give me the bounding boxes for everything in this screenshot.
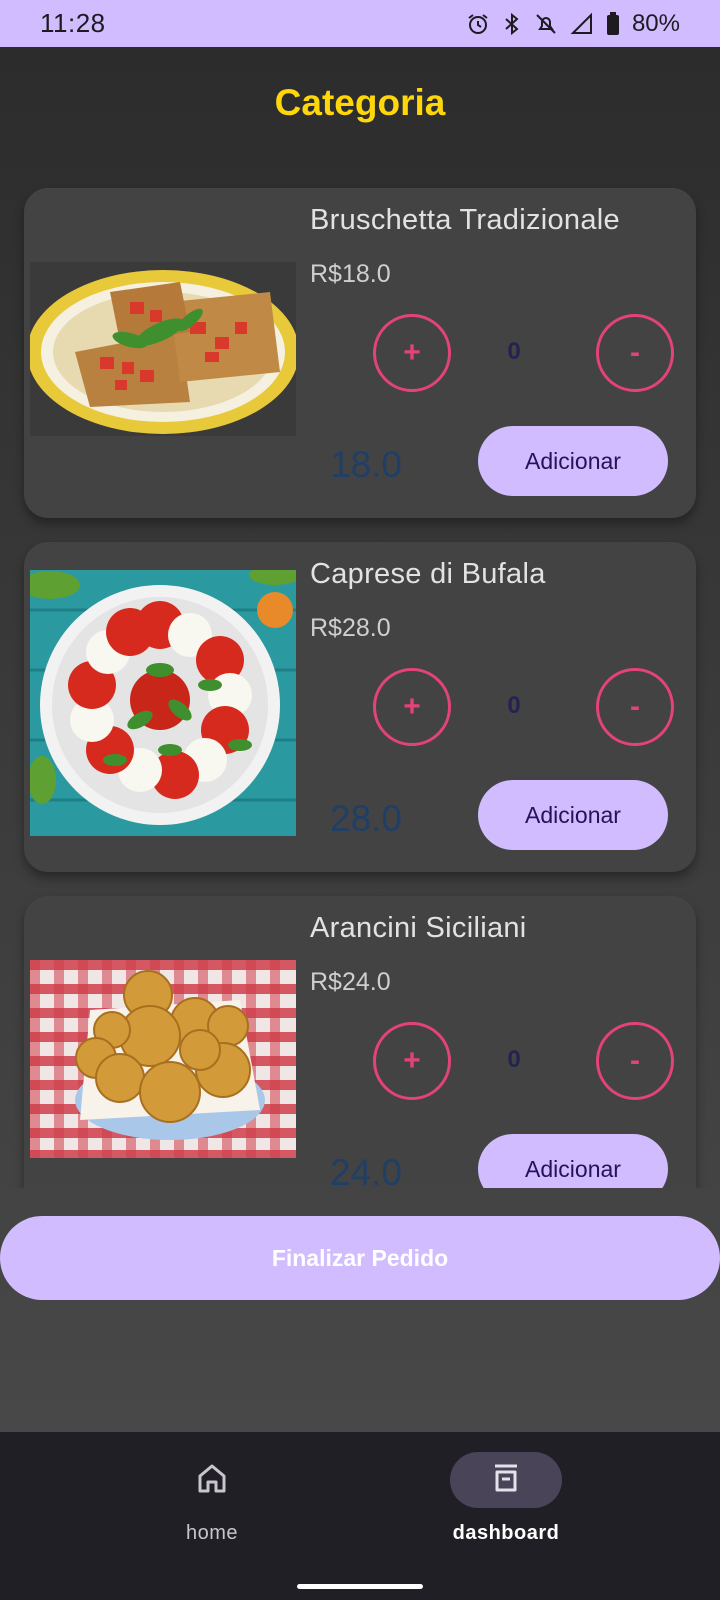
quantity-value: 0 [507,692,521,719]
decrease-quantity-button[interactable]: - [596,668,674,746]
decrease-quantity-button[interactable]: - [596,314,674,392]
mute-icon [534,12,558,36]
increase-quantity-button[interactable]: + [373,314,451,392]
increase-quantity-button[interactable]: + [373,668,451,746]
battery-percentage: 80% [631,9,680,37]
product-name: Caprese di Bufala [310,558,546,590]
product-total: 18.0 [330,444,403,485]
product-name: Bruschetta Tradizionale [310,204,620,236]
product-image-bruschetta [30,262,296,436]
product-price: R$18.0 [310,260,391,288]
quantity-value: 0 [507,338,521,365]
battery-icon [606,11,620,36]
page-title: Categoria [274,82,446,123]
nav-label-home: home [185,1522,239,1544]
add-to-cart-button[interactable]: Adicionar [478,780,668,850]
status-bar: 11:28 80% [0,0,720,47]
product-name: Arancini Siciliani [310,912,527,944]
increase-quantity-button[interactable]: + [373,1022,451,1100]
product-card: Bruschetta Tradizionale R$18.0 + 0 - 18.… [24,188,696,518]
product-card: Caprese di Bufala R$28.0 + 0 - 28.0 Adic… [24,542,696,872]
dashboard-icon [489,1461,523,1500]
quantity-value: 0 [507,1046,521,1073]
bluetooth-icon [502,12,522,36]
add-to-cart-button[interactable]: Adicionar [478,426,668,496]
status-icons: 80% [466,10,680,38]
nav-label-dashboard: dashboard [452,1522,560,1544]
add-to-cart-button[interactable]: Adicionar [478,1134,668,1188]
alarm-icon [466,12,490,36]
nav-item-dashboard[interactable]: dashboard [406,1452,606,1562]
bottom-navigation: home dashboard [0,1432,720,1600]
decrease-quantity-button[interactable]: - [596,1022,674,1100]
product-list[interactable]: Bruschetta Tradizionale R$18.0 + 0 - 18.… [0,180,720,1188]
product-card: Arancini Siciliani R$24.0 + 0 - 24.0 Adi… [24,896,696,1188]
nav-pill-dashboard [450,1452,562,1508]
finalize-order-button[interactable]: Finalizar Pedido [0,1216,720,1300]
home-icon [195,1461,229,1500]
product-total: 24.0 [330,1152,403,1188]
nav-pill-home [156,1452,268,1508]
nav-item-home[interactable]: home [112,1452,312,1562]
product-price: R$24.0 [310,968,391,996]
gesture-bar[interactable] [297,1584,423,1589]
product-total: 28.0 [330,798,403,839]
product-price: R$28.0 [310,614,391,642]
product-image-caprese [30,570,296,836]
product-image-arancini [30,960,296,1158]
signal-icon [570,12,594,36]
status-time: 11:28 [40,8,106,38]
